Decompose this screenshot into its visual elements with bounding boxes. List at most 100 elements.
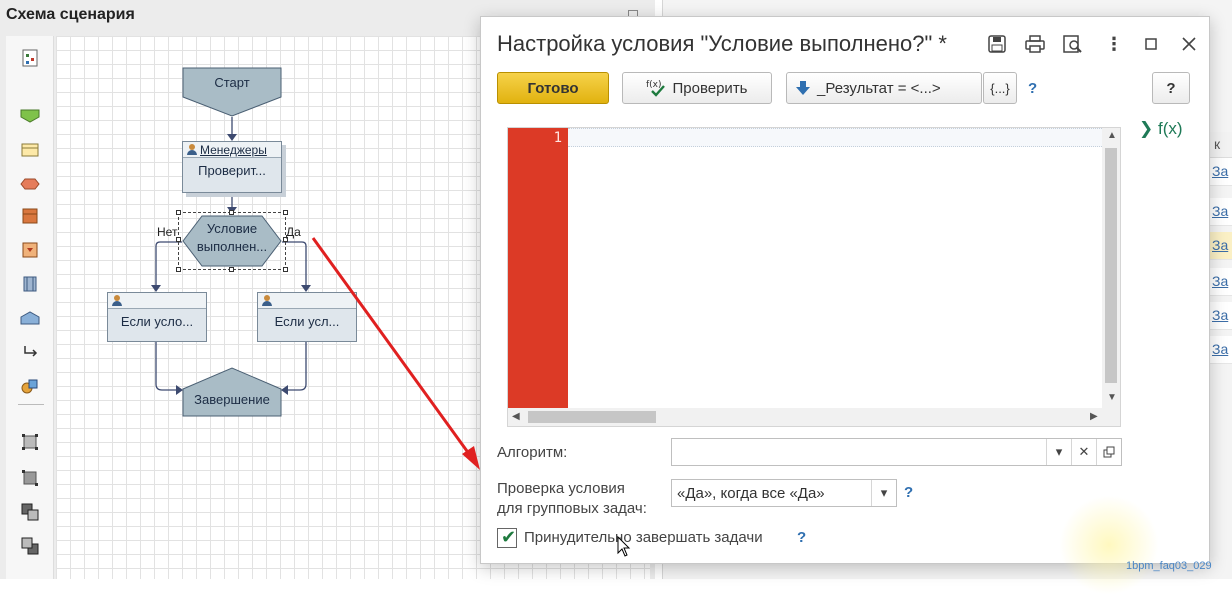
done-button-label: Готово <box>527 79 579 97</box>
group-check-label-1: Проверка условия <box>497 480 625 497</box>
task-node-right[interactable]: Если усл... <box>257 292 357 342</box>
dialog-title: Настройка условия "Условие выполнено?" * <box>497 31 947 56</box>
dropdown-icon[interactable]: ▾ <box>871 480 896 506</box>
ungroup-icon[interactable] <box>20 468 40 488</box>
list-column-header[interactable]: к <box>1210 132 1232 158</box>
done-button[interactable]: Готово <box>497 72 609 104</box>
editor-gutter: 1 <box>508 128 568 409</box>
list-item[interactable]: За <box>1210 198 1232 226</box>
list-item[interactable]: За <box>1210 336 1232 364</box>
scroll-down-icon[interactable]: ▼ <box>1107 392 1117 403</box>
scroll-up-icon[interactable]: ▲ <box>1107 130 1117 141</box>
check-button-label: Проверить <box>672 79 748 97</box>
help-link[interactable]: ? <box>1028 80 1037 97</box>
user-icon <box>112 295 122 306</box>
toolbar-divider <box>18 404 44 405</box>
properties-icon[interactable] <box>20 48 40 68</box>
branch-yes-label: Да <box>286 225 301 239</box>
resize-handle[interactable] <box>283 210 288 215</box>
fx-label: f(x) <box>1157 119 1183 138</box>
list-item[interactable]: За <box>1210 268 1232 296</box>
help-button[interactable]: ? <box>1152 72 1190 104</box>
task-node-head: Менеджеры <box>183 142 281 158</box>
arrow-down-icon <box>796 81 810 95</box>
task-node-left[interactable]: Если усло... <box>107 292 207 342</box>
resize-handle[interactable] <box>176 267 181 272</box>
clear-icon[interactable]: ✕ <box>1071 439 1096 465</box>
end-node[interactable]: Завершение <box>182 367 282 417</box>
group-check-help[interactable]: ? <box>904 484 913 501</box>
open-icon[interactable] <box>1096 439 1121 465</box>
chevron-right-icon: ❯ <box>1139 119 1154 138</box>
line-number: 1 <box>553 130 562 146</box>
right-task-name: Если усл... <box>274 314 340 329</box>
condition-shape-icon[interactable] <box>20 174 40 194</box>
nested-process-icon[interactable] <box>20 274 40 294</box>
connector-icon[interactable] <box>20 342 40 362</box>
group-check-label-2: для групповых задач: <box>497 500 647 517</box>
insert-result-label: _Результат = <...> <box>817 79 941 97</box>
algorithm-field[interactable]: ▾ ✕ <box>671 438 1122 466</box>
task-shape-icon[interactable] <box>20 140 40 160</box>
force-complete-help[interactable]: ? <box>797 529 806 546</box>
check-button[interactable]: f(x) Проверить <box>622 72 772 104</box>
force-complete-checkbox[interactable]: ✔ <box>497 527 517 548</box>
list-item[interactable]: За <box>1210 158 1232 186</box>
cursor-highlight <box>1059 495 1159 595</box>
bring-front-icon[interactable] <box>20 502 40 522</box>
code-editor[interactable]: 1 ▲ ▼ ◀ ▶ <box>507 127 1121 427</box>
save-icon[interactable] <box>984 31 1010 57</box>
start-node-label: Старт <box>214 75 250 90</box>
vertical-scroll-thumb[interactable] <box>1105 148 1117 383</box>
resize-handle[interactable] <box>283 267 288 272</box>
process-shape-icon[interactable] <box>20 206 40 226</box>
end-shape-icon[interactable] <box>20 308 40 328</box>
watermark: 1bpm_faq03_029 <box>1126 560 1212 572</box>
condition-node[interactable]: Условие выполнен... <box>182 215 282 267</box>
mouse-cursor-icon <box>617 536 631 557</box>
send-back-icon[interactable] <box>20 536 40 556</box>
list-item[interactable]: За <box>1210 302 1232 330</box>
force-complete-label[interactable]: Принудительно завершать задачи <box>524 529 763 546</box>
preview-icon[interactable] <box>1060 31 1086 57</box>
group-check-select[interactable]: «Да», когда все «Да» ▾ <box>671 479 897 507</box>
insert-result-button[interactable]: _Результат = <...> <box>786 72 982 104</box>
print-icon[interactable] <box>1022 31 1048 57</box>
end-node-label: Завершение <box>194 392 270 407</box>
algorithm-label: Алгоритм: <box>497 444 568 461</box>
more-menu-icon[interactable]: ⋮ <box>1101 31 1127 57</box>
scheme-title: Схема сценария <box>6 6 135 23</box>
task-node-check[interactable]: Менеджеры Проверит... <box>182 141 282 193</box>
group-check-label: Проверка условия для групповых задач: <box>497 479 647 519</box>
scroll-right-icon[interactable]: ▶ <box>1090 411 1098 422</box>
branch-no-label: Нет <box>157 225 178 239</box>
braces-button[interactable]: {...} <box>983 72 1017 104</box>
function-list-link[interactable]: ❯ f(x) <box>1139 119 1183 139</box>
condition-label-2: выполнен... <box>196 239 268 254</box>
list-item-selected[interactable]: За <box>1210 232 1232 260</box>
maximize-icon[interactable] <box>1138 31 1164 57</box>
scheme-toolbar <box>6 36 54 579</box>
group-icon[interactable] <box>20 432 40 452</box>
user-icon <box>187 144 197 155</box>
braces-label: {...} <box>990 80 1010 96</box>
task-node-head <box>108 293 206 309</box>
scroll-left-icon[interactable]: ◀ <box>512 411 520 422</box>
dropdown-icon[interactable]: ▾ <box>1046 439 1071 465</box>
checkmark-icon: ✔ <box>501 527 517 547</box>
left-task-name: Если усло... <box>120 314 194 329</box>
decoration-icon[interactable] <box>20 376 40 396</box>
group-check-value: «Да», когда все «Да» <box>677 484 825 502</box>
resize-handle[interactable] <box>176 210 181 215</box>
resize-handle[interactable] <box>229 267 234 272</box>
current-line[interactable] <box>568 128 1102 147</box>
start-shape-icon[interactable] <box>20 106 40 126</box>
processing-shape-icon[interactable] <box>20 240 40 260</box>
horizontal-scroll-thumb[interactable] <box>528 411 656 423</box>
help-button-label: ? <box>1166 79 1176 97</box>
start-node[interactable]: Старт <box>182 67 282 117</box>
horizontal-scrollbar[interactable]: ◀ ▶ <box>508 408 1120 426</box>
close-icon[interactable] <box>1176 31 1202 57</box>
vertical-scrollbar[interactable]: ▲ ▼ <box>1102 128 1120 409</box>
user-icon <box>262 295 272 306</box>
